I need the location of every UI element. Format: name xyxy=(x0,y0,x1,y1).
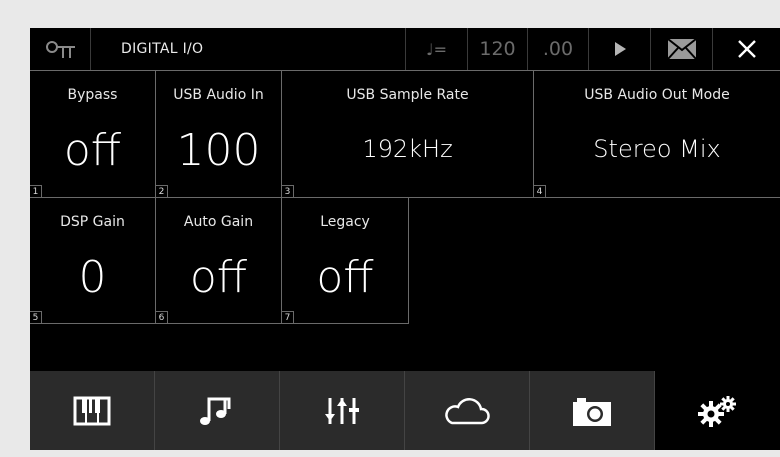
top-bar: DIGITAL I/O ♩= 120 .00 xyxy=(30,28,780,70)
nav-cloud[interactable] xyxy=(405,371,530,450)
play-button[interactable] xyxy=(589,28,651,70)
parameter-tile-usb-sample-rate[interactable]: USB Sample Rate 192kHz 3 xyxy=(282,70,534,198)
tile-label: USB Audio Out Mode xyxy=(584,87,730,103)
tile-label: Bypass xyxy=(67,87,118,103)
cloud-icon xyxy=(445,397,490,424)
bottom-nav xyxy=(30,371,780,450)
tile-index: 4 xyxy=(534,185,546,197)
tempo-value-button[interactable]: 120 xyxy=(468,28,528,70)
tile-index: 6 xyxy=(156,311,168,323)
tile-value: 192kHz xyxy=(362,135,453,163)
parameter-tile-dsp-gain[interactable]: DSP Gain 0 5 xyxy=(30,198,156,324)
nav-camera[interactable] xyxy=(530,371,655,450)
tempo-value: 120 xyxy=(479,38,516,60)
tile-index: 1 xyxy=(30,185,42,197)
close-button[interactable] xyxy=(713,28,780,70)
page-title: DIGITAL I/O xyxy=(121,41,204,57)
tempo-decimal: .00 xyxy=(542,38,574,60)
tile-value: off xyxy=(63,125,122,176)
tile-value: 100 xyxy=(176,125,261,176)
tile-index: 7 xyxy=(282,311,294,323)
tile-value: off xyxy=(189,252,248,303)
tile-label: USB Audio In xyxy=(173,87,264,103)
hub-icon xyxy=(46,41,75,58)
nav-settings[interactable] xyxy=(655,371,780,450)
tile-index: 3 xyxy=(282,185,294,197)
tile-label: Legacy xyxy=(320,214,370,230)
tile-value: 0 xyxy=(78,252,107,303)
nav-mixer[interactable] xyxy=(280,371,405,450)
parameter-tile-legacy[interactable]: Legacy off 7 xyxy=(282,198,409,324)
logo-button[interactable] xyxy=(30,28,91,70)
tempo-decimal-button[interactable]: .00 xyxy=(528,28,589,70)
tile-value: Stereo Mix xyxy=(593,135,721,163)
parameter-tile-usb-audio-out-mode[interactable]: USB Audio Out Mode Stereo Mix 4 xyxy=(534,70,780,198)
nav-music[interactable] xyxy=(155,371,280,450)
tile-label: Auto Gain xyxy=(183,214,254,230)
settings-gears-icon xyxy=(697,395,736,427)
parameter-tile-usb-audio-in[interactable]: USB Audio In 100 2 xyxy=(156,70,282,198)
camera-icon xyxy=(573,397,611,426)
music-note-icon xyxy=(200,397,231,425)
tile-index: 5 xyxy=(30,311,42,323)
device-screen: DIGITAL I/O ♩= 120 .00 Bypass off 1 USB … xyxy=(30,28,780,450)
close-icon xyxy=(737,40,756,58)
mail-button[interactable] xyxy=(651,28,713,70)
tempo-symbol-text: ♩= xyxy=(426,39,447,59)
tempo-symbol: ♩= xyxy=(405,28,468,70)
parameter-tile-auto-gain[interactable]: Auto Gain off 6 xyxy=(156,198,282,324)
tile-value: off xyxy=(316,252,374,303)
tile-label: USB Sample Rate xyxy=(346,87,469,103)
parameter-tile-bypass[interactable]: Bypass off 1 xyxy=(30,70,156,198)
mail-icon xyxy=(666,38,697,60)
tile-label: DSP Gain xyxy=(60,214,125,230)
nav-piano[interactable] xyxy=(30,371,155,450)
piano-keys-icon xyxy=(73,396,111,425)
play-icon xyxy=(614,42,626,56)
tile-index: 2 xyxy=(156,185,168,197)
mixer-sliders-icon xyxy=(325,397,359,424)
